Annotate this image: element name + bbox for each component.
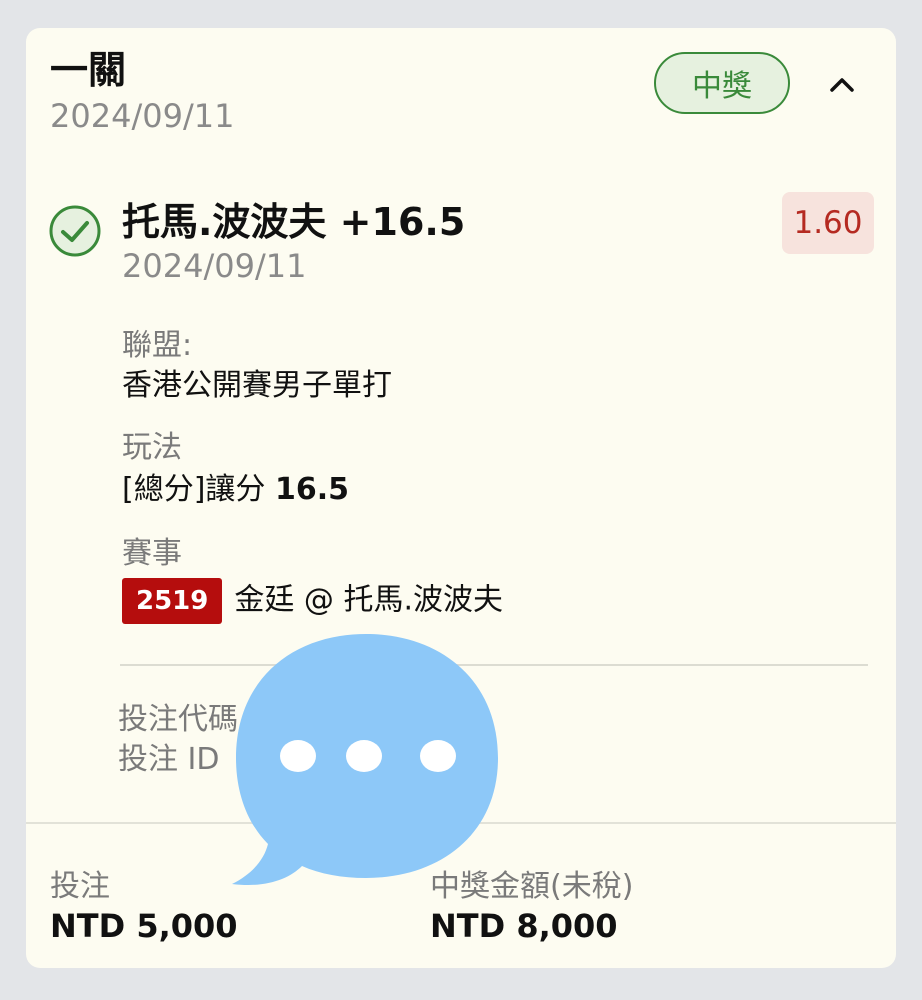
collapse-button[interactable] [822,64,862,104]
bet-type-title: 一關 [50,48,127,92]
odds-value: 1.60 [793,205,863,241]
event-name: 金廷 @ 托馬.波波夫 [234,582,503,618]
chevron-up-icon [830,78,854,92]
play-type-label: 玩法 [122,430,182,465]
bet-id-label: 投注 ID [118,742,220,777]
play-type-number: 16.5 [274,472,349,507]
event-label: 賽事 [122,536,182,571]
odds-badge: 1.60 [782,192,874,254]
stake-value: NTD 5,000 [50,907,238,945]
league-label: 聯盟: [122,328,193,363]
bet-date: 2024/09/11 [50,97,235,135]
status-badge: 中獎 [654,52,790,114]
selection-date: 2024/09/11 [122,247,307,285]
bet-ticket-card: 一關 2024/09/11 中獎 托馬.波波夫 +16.5 2024/09/11… [26,28,896,968]
chat-bubble-icon[interactable] [226,628,506,898]
bet-code-label: 投注代碼 [118,702,238,737]
status-badge-label: 中獎 [692,69,752,104]
check-circle-icon [48,204,102,258]
stake-label: 投注 [50,869,110,904]
event-row: 2519 金廷 @ 托馬.波波夫 [122,578,503,624]
play-type-prefix: [總分]讓分 [122,472,266,507]
selection-pick: 托馬.波波夫 +16.5 [122,200,466,244]
event-number-badge: 2519 [122,578,223,624]
league-value: 香港公開賽男子單打 [122,368,392,403]
play-type-value: [總分]讓分 16.5 [122,470,349,510]
payout-value: NTD 8,000 [430,907,618,945]
